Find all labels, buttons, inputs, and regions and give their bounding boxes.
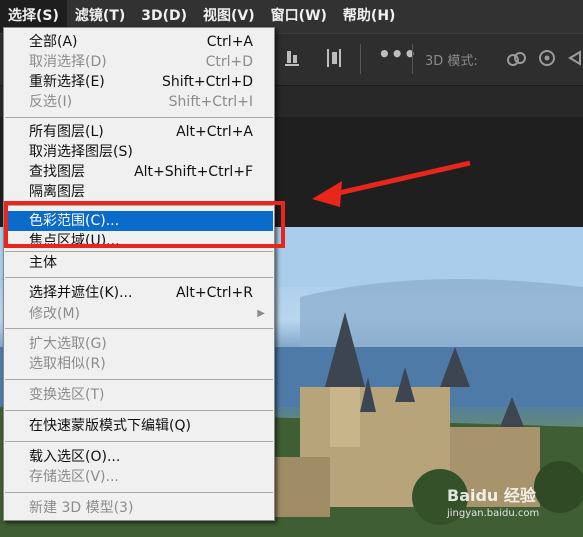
menu-item-all-layers[interactable]: 所有图层(L) Alt+Ctrl+A <box>5 122 273 142</box>
more-options-icon[interactable]: ••• <box>378 42 416 66</box>
menu-separator <box>5 117 273 118</box>
menu-item-modify[interactable]: 修改(M) ▶ <box>5 304 273 324</box>
menu-item-inverse[interactable]: 反选(I) Shift+Ctrl+I <box>5 92 273 112</box>
separator-line <box>360 44 361 74</box>
watermark-logo-text: Baidu 经验 <box>447 486 536 505</box>
menu-separator <box>5 441 273 442</box>
menu-item-load-selection[interactable]: 载入选区(O)... <box>5 447 273 467</box>
align-bottom-icon[interactable] <box>283 48 301 68</box>
menu-separator <box>5 251 273 252</box>
menu-item-all[interactable]: 全部(A) Ctrl+A <box>5 32 273 52</box>
menu-item-quick-mask[interactable]: 在快速蒙版模式下编辑(Q) <box>5 416 273 436</box>
menu-item-new-3d-model[interactable]: 新建 3D 模型(3) <box>5 498 273 518</box>
menu-item-save-selection[interactable]: 存储选区(V)... <box>5 467 273 487</box>
menu-item-grow[interactable]: 扩大选取(G) <box>5 334 273 354</box>
menu-item-isolate-layers[interactable]: 隔离图层 <box>5 182 273 202</box>
menu-item-deselect-layers[interactable]: 取消选择图层(S) <box>5 142 273 162</box>
menu-help[interactable]: 帮助(H) <box>335 0 404 33</box>
menu-item-select-and-mask[interactable]: 选择并遮住(K)... Alt+Ctrl+R <box>5 283 273 303</box>
annotation-highlight-box <box>4 201 285 248</box>
menu-item-subject[interactable]: 主体 <box>5 253 273 273</box>
menu-separator <box>5 328 273 329</box>
menu-item-reselect[interactable]: 重新选择(E) Shift+Ctrl+D <box>5 72 273 92</box>
watermark-url: jingyan.baidu.com <box>447 508 540 519</box>
menu-separator <box>5 379 273 380</box>
baidu-watermark: Baidu 经验 jingyan.baidu.com <box>447 478 577 528</box>
submenu-arrow-icon: ▶ <box>257 308 265 319</box>
menu-separator <box>5 277 273 278</box>
annotation-arrow <box>312 160 471 207</box>
distribute-icon[interactable] <box>325 47 343 69</box>
menu-item-similar[interactable]: 选取相似(R) <box>5 354 273 374</box>
menu-separator <box>5 410 273 411</box>
menu-item-find-layers[interactable]: 查找图层 Alt+Shift+Ctrl+F <box>5 162 273 182</box>
3d-roll-icon[interactable] <box>537 48 557 68</box>
3d-orbit-icon[interactable] <box>505 49 527 69</box>
menu-item-transform-selection[interactable]: 变换选区(T) <box>5 385 273 405</box>
3d-mode-label: 3D 模式: <box>425 54 478 69</box>
select-dropdown-menu: 全部(A) Ctrl+A 取消选择(D) Ctrl+D 重新选择(E) Shift+C… <box>3 27 275 521</box>
menu-item-deselect[interactable]: 取消选择(D) Ctrl+D <box>5 52 273 72</box>
separator-line <box>412 44 413 74</box>
3d-pan-icon[interactable] <box>567 48 583 68</box>
menu-separator <box>5 492 273 493</box>
